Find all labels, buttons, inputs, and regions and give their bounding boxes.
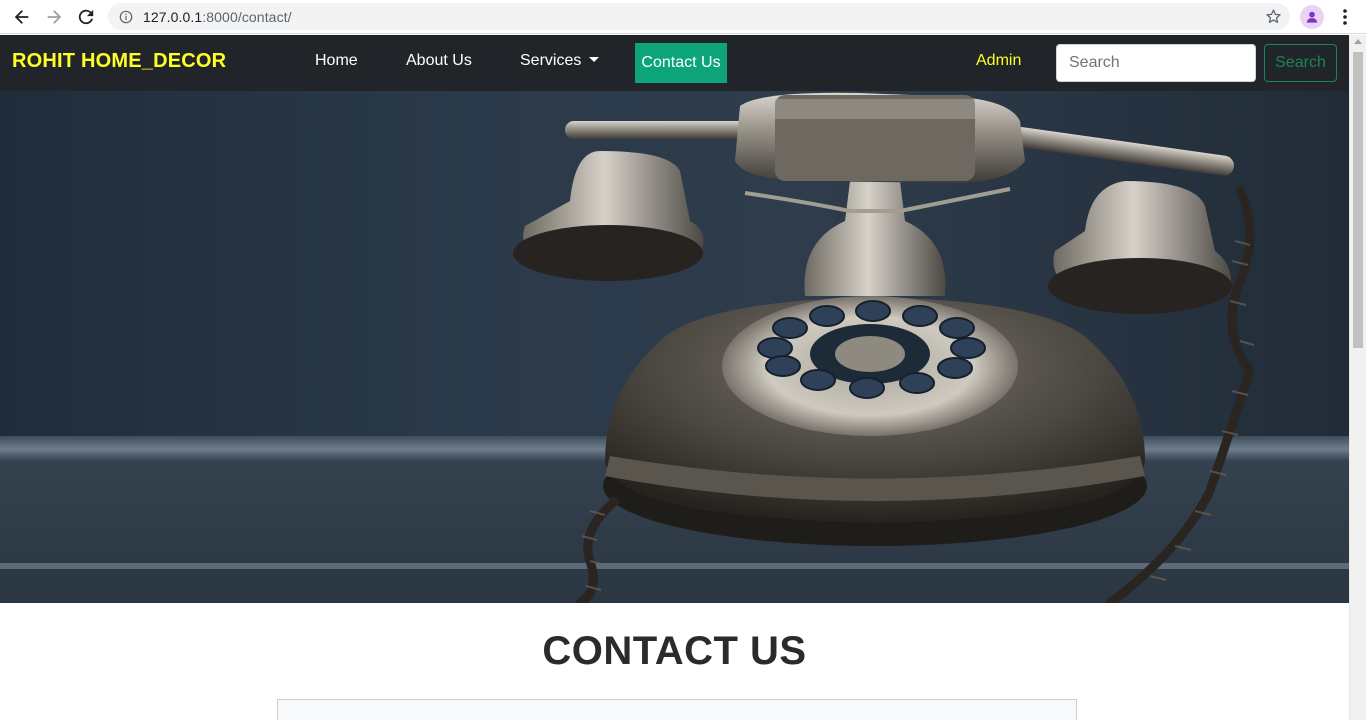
brand-logo[interactable]: ROHIT HOME_DECOR: [12, 50, 226, 73]
hero-telephone-image: [0, 91, 1349, 603]
scrollbar-thumb[interactable]: [1353, 52, 1363, 348]
url-text: 127.0.0.1:8000/contact/: [143, 8, 292, 25]
contact-form-container: [277, 699, 1077, 720]
address-bar[interactable]: 127.0.0.1:8000/contact/: [108, 3, 1290, 30]
profile-icon[interactable]: [1300, 5, 1324, 29]
search-button[interactable]: Search: [1264, 44, 1337, 82]
reload-icon[interactable]: [70, 1, 102, 33]
arrow-right-icon[interactable]: [38, 1, 70, 33]
nav-services-dropdown[interactable]: Services: [520, 52, 600, 70]
info-icon[interactable]: [119, 10, 133, 24]
kebab-menu-icon[interactable]: [1335, 7, 1355, 27]
nav-admin[interactable]: Admin: [976, 52, 1021, 70]
scrollbar[interactable]: [1349, 35, 1366, 720]
nav-services-label: Services: [520, 52, 582, 69]
nav-about-us[interactable]: About Us: [406, 52, 472, 70]
arrow-left-icon[interactable]: [6, 1, 38, 33]
page-title: CONTACT US: [542, 629, 807, 673]
page-viewport: ROHIT HOME_DECOR Home About Us Services …: [0, 35, 1366, 720]
star-icon[interactable]: [1265, 8, 1282, 25]
site-navbar: ROHIT HOME_DECOR Home About Us Services …: [0, 35, 1349, 91]
nav-contact-us[interactable]: Contact Us: [635, 43, 727, 83]
scroll-up-icon[interactable]: [1354, 39, 1362, 44]
caret-down-icon: [589, 57, 600, 62]
nav-home[interactable]: Home: [315, 52, 358, 70]
telephone-image: [0, 92, 1349, 603]
search-input[interactable]: Search: [1056, 44, 1256, 82]
browser-toolbar: 127.0.0.1:8000/contact/: [0, 0, 1366, 34]
